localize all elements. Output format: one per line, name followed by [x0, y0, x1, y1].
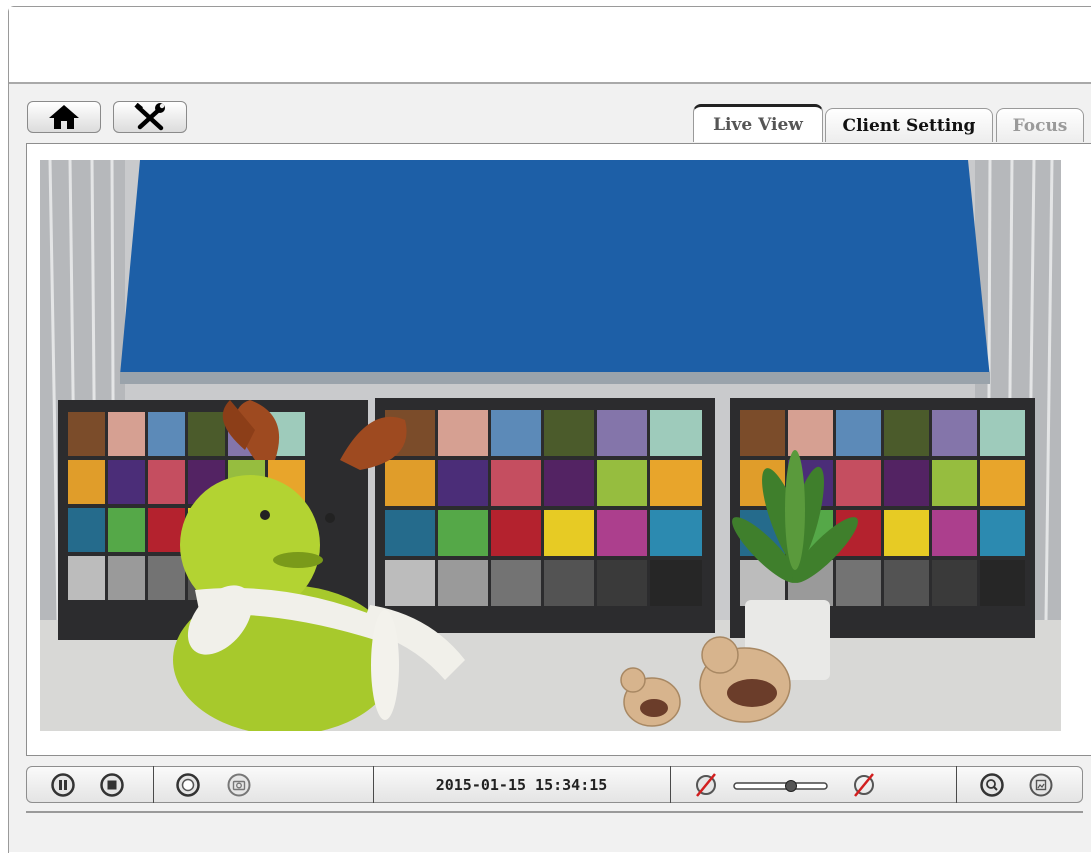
volume-slider-track [733, 780, 828, 792]
tab-focus-label: Focus [1012, 115, 1068, 136]
footer-divider [26, 811, 1083, 813]
tab-client-setting-label: Client Setting [842, 115, 976, 136]
tab-focus[interactable]: Focus [996, 108, 1084, 142]
control-divider [153, 766, 154, 803]
speaker-mute-button[interactable] [851, 772, 877, 798]
home-icon [49, 105, 79, 129]
camera-scene-image [40, 160, 1061, 731]
settings-button[interactable] [113, 101, 187, 133]
wrench-screwdriver-icon [134, 103, 165, 131]
tab-live-view[interactable]: Live View [693, 104, 823, 142]
microphone-mute-button[interactable] [693, 772, 719, 798]
fullscreen-button[interactable] [1028, 772, 1054, 798]
pause-button[interactable] [50, 772, 76, 798]
pause-icon [51, 773, 75, 797]
zoom-icon [980, 773, 1004, 797]
volume-slider[interactable] [733, 778, 828, 792]
mute-icon [696, 773, 716, 797]
stop-icon [100, 773, 124, 797]
snapshot-button[interactable] [226, 772, 252, 798]
tab-client-setting[interactable]: Client Setting [825, 108, 993, 142]
stop-button[interactable] [99, 772, 125, 798]
zoom-button[interactable] [979, 772, 1005, 798]
live-video-feed[interactable] [40, 160, 1061, 731]
home-button[interactable] [27, 101, 101, 133]
header-area [9, 7, 1091, 82]
tab-live-view-label: Live View [713, 114, 803, 135]
mute-icon [854, 773, 874, 797]
fullscreen-icon [1029, 773, 1053, 797]
video-timestamp: 2015-01-15 15:34:15 [435, 775, 608, 794]
record-button[interactable] [175, 772, 201, 798]
snapshot-icon [227, 773, 251, 797]
control-divider [956, 766, 957, 803]
control-divider [670, 766, 671, 803]
record-icon [176, 773, 200, 797]
